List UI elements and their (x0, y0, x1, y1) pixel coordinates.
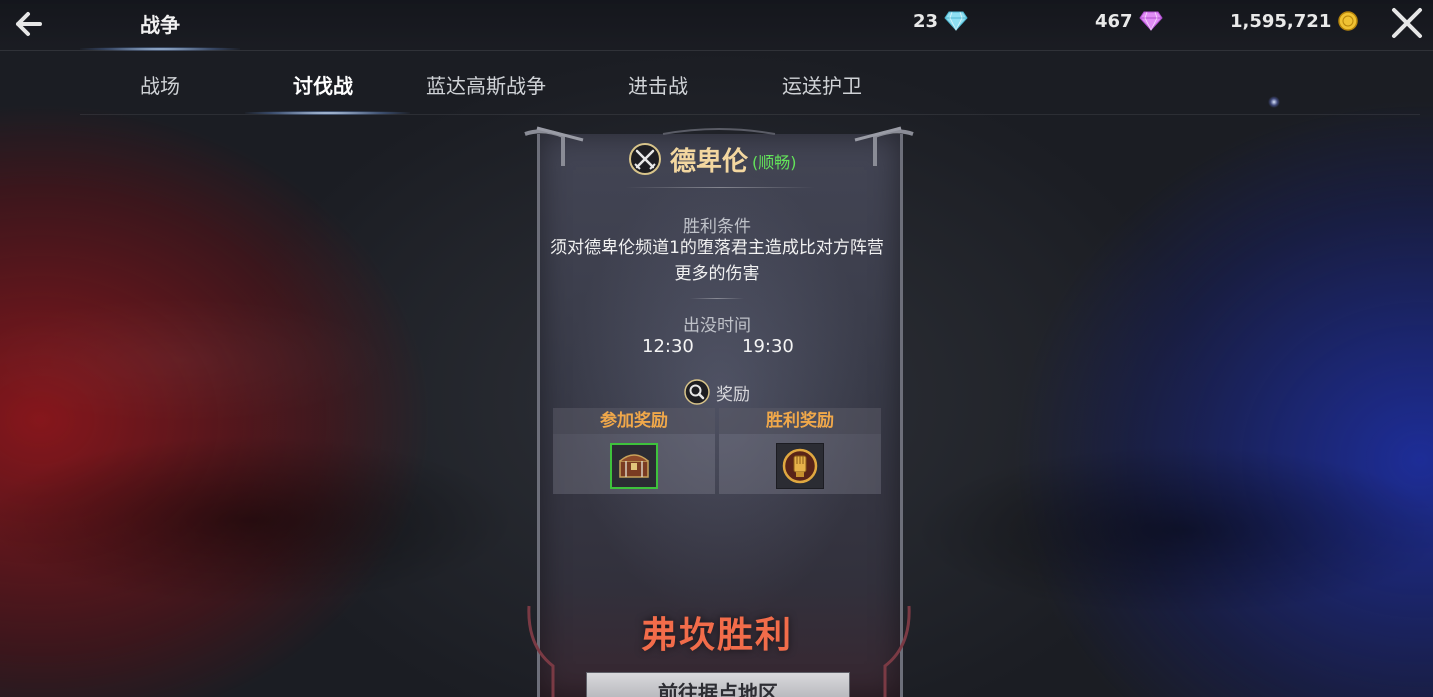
participation-reward-item[interactable] (610, 443, 658, 489)
tab-landagos-war[interactable]: 蓝达高斯战争 (426, 70, 546, 99)
victory-condition-label: 胜利条件 (683, 217, 751, 237)
magnifier-icon[interactable] (684, 379, 710, 405)
go-to-stronghold-button[interactable]: 前往据点地区 (586, 672, 850, 697)
purple-diamond-counter: 467 (1095, 9, 1163, 33)
tab-crusade[interactable]: 讨伐战 (293, 70, 353, 99)
purple-diamond-icon (1138, 11, 1163, 31)
close-icon (1392, 8, 1422, 38)
panel-title: 德卑伦 (顺畅) (628, 141, 797, 177)
victory-reward-label: 胜利奖励 (719, 408, 881, 434)
gold-value: 1,595,721 (1230, 10, 1332, 32)
reward-label: 奖励 (716, 384, 750, 405)
top-bar: 战争 23 467 1,595,721 (0, 0, 1433, 51)
participation-reward-box: 参加奖励 (553, 408, 715, 494)
gold-coin-icon (1338, 11, 1359, 31)
section-divider (690, 298, 744, 299)
tab-assault[interactable]: 进击战 (628, 70, 688, 99)
appear-time-label: 出没时间 (683, 316, 751, 336)
blue-diamond-value: 23 (913, 10, 939, 32)
victory-reward-item[interactable] (776, 443, 824, 489)
tab-escort[interactable]: 运送护卫 (782, 70, 862, 99)
active-tab-indicator (245, 111, 410, 115)
treasure-chest-icon (619, 454, 649, 478)
tab-bar: 战场 讨伐战 蓝达高斯战争 进击战 运送护卫 (80, 52, 1420, 115)
purple-diamond-value: 467 (1095, 10, 1133, 32)
blue-diamond-counter: 23 (913, 9, 968, 33)
back-arrow-icon (16, 12, 42, 36)
reward-header: 奖励 (537, 378, 897, 406)
title-divider (625, 187, 815, 188)
appear-time-1: 12:30 (642, 336, 694, 357)
gold-counter: 1,595,721 (1230, 9, 1359, 33)
sparkle-decoration (1268, 96, 1280, 108)
battle-result: 弗坎胜利 (640, 615, 793, 656)
page-title: 战争 (140, 13, 180, 37)
back-button[interactable] (10, 6, 46, 42)
region-name: 德卑伦 (670, 146, 749, 177)
appear-time-2: 19:30 (742, 336, 794, 357)
tab-battlefield[interactable]: 战场 (140, 70, 180, 99)
victory-reward-box: 胜利奖励 (719, 408, 881, 494)
title-glow (80, 47, 240, 51)
server-status: (顺畅) (752, 153, 797, 172)
close-button[interactable] (1388, 4, 1426, 42)
participation-reward-label: 参加奖励 (553, 408, 715, 434)
blue-diamond-icon (944, 11, 968, 31)
crossed-swords-icon (629, 143, 661, 175)
golden-fist-emblem-icon (782, 448, 818, 484)
victory-condition-text: 须对德卑伦频道1的堕落君主造成比对方阵营更多的伤害 (550, 238, 884, 284)
